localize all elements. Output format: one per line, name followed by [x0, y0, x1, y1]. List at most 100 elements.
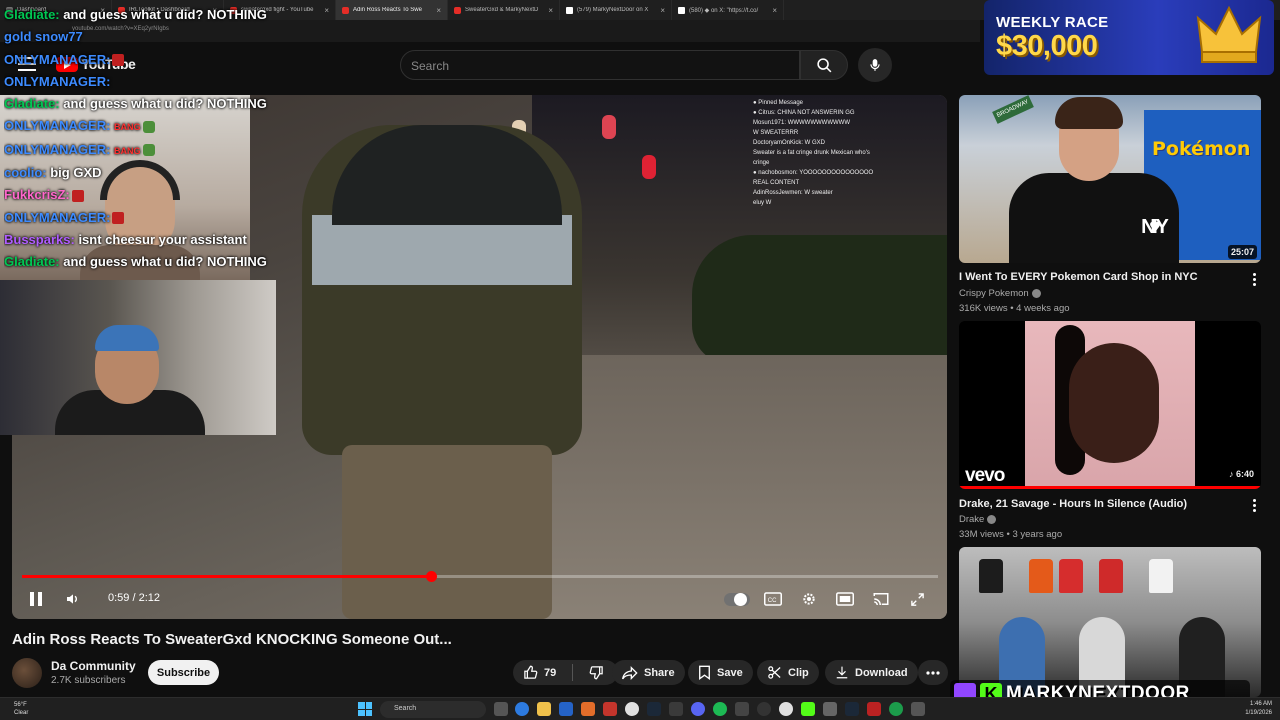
thumbs-down-icon [589, 666, 603, 680]
microphone-icon [870, 59, 880, 71]
fullscreen-button[interactable] [906, 589, 928, 609]
taskbar-search[interactable]: Search [380, 701, 486, 718]
autoplay-toggle[interactable] [724, 593, 750, 606]
youtube-icon [454, 6, 461, 14]
browser-tab[interactable]: (579) MarkyNextDoor on X × [560, 0, 672, 20]
browser-tab-label: (580) ◆ on X: "https://t.co/ [689, 7, 759, 14]
share-button[interactable]: Share [612, 660, 685, 685]
verified-icon [987, 514, 997, 524]
chat-message: FukkcrisZ: [4, 184, 304, 206]
taskbar-clock[interactable]: 1:46 AM 1/19/2026 [1242, 700, 1272, 718]
chat-username: Gladiate: [4, 7, 60, 22]
vevo-logo: vevo [965, 465, 1005, 486]
app-icon[interactable] [603, 702, 617, 716]
cast-button[interactable] [870, 589, 892, 609]
progress-bar-played [22, 575, 432, 578]
browser-tab[interactable]: SweaterGxd & MarkyNextD × [448, 0, 560, 20]
chat-message: ONLYMANAGER: [4, 71, 304, 93]
channel-name[interactable]: Da Community [51, 659, 136, 673]
recommendation-title[interactable]: Drake, 21 Savage - Hours In Silence (Aud… [959, 498, 1187, 510]
pinned-chat-line: eluy W [753, 200, 772, 206]
close-tab-icon[interactable]: × [548, 6, 553, 15]
clip-button[interactable]: Clip [757, 660, 819, 685]
search-input[interactable]: Search [400, 50, 800, 80]
channel-avatar[interactable] [12, 658, 42, 688]
share-label: Share [644, 666, 675, 679]
browser-tab-label: Adin Ross Reacts To Swe [353, 7, 422, 13]
browser-tab[interactable]: (580) ◆ on X: "https://t.co/ × [672, 0, 784, 20]
like-button[interactable]: 79 [513, 660, 566, 685]
chat-username: Gladiate: [4, 254, 60, 270]
chat-message: ONLYMANAGER: BANG [4, 139, 304, 162]
guest-facecam [0, 280, 276, 435]
settings-icon[interactable] [823, 702, 837, 716]
settings-button[interactable] [798, 589, 820, 609]
save-button[interactable]: Save [688, 660, 753, 685]
dislike-button[interactable] [579, 660, 614, 685]
close-tab-icon[interactable]: × [436, 6, 441, 15]
close-tab-icon[interactable]: × [772, 6, 777, 15]
discord-icon[interactable] [691, 702, 705, 716]
volume-icon [67, 594, 77, 604]
file-explorer-icon[interactable] [537, 702, 551, 716]
fullscreen-icon [910, 592, 924, 606]
pause-button[interactable] [28, 591, 44, 607]
theater-mode-button[interactable] [834, 589, 856, 609]
recommendation-thumbnail[interactable] [959, 547, 1261, 697]
subscribe-button[interactable]: Subscribe [148, 660, 219, 685]
thumbs-up-icon [524, 665, 538, 679]
chrome-icon[interactable] [625, 702, 639, 716]
app-icon[interactable] [735, 702, 749, 716]
pinned-chat-line: DoctoryamOnKick: W GXD [753, 140, 826, 146]
like-count: 79 [544, 666, 557, 679]
more-vertical-icon[interactable] [1250, 499, 1258, 513]
app-icon[interactable] [911, 702, 925, 716]
close-tab-icon[interactable]: × [324, 6, 329, 15]
subscriber-count: 2.7K subscribers [51, 675, 126, 686]
spotify-icon[interactable] [713, 702, 727, 716]
save-label: Save [717, 666, 743, 679]
duration-badge: 25:07 [1227, 245, 1257, 259]
app-icon[interactable] [867, 702, 881, 716]
race-label: WEEKLY RACE [996, 14, 1109, 31]
recommendation-title[interactable]: I Went To EVERY Pokemon Card Shop in NYC [959, 271, 1198, 283]
recommendation-thumbnail[interactable]: vevo ♪ 6:40 [959, 321, 1261, 489]
chat-text: isnt cheesur your assistant [78, 231, 247, 247]
close-tab-icon[interactable]: × [660, 6, 665, 15]
browser-tab-label: (579) MarkyNextDoor on X [577, 7, 649, 13]
windows-start-button[interactable] [358, 702, 372, 716]
weather-widget[interactable]: 56°F Clear [14, 701, 28, 717]
task-view-icon[interactable] [494, 702, 508, 716]
recommendation-channel[interactable]: Drake [959, 514, 997, 525]
steam-icon[interactable] [647, 702, 661, 716]
clip-label: Clip [788, 666, 809, 679]
captions-button[interactable]: CC [762, 589, 784, 609]
steam-icon[interactable] [845, 702, 859, 716]
more-actions-button[interactable] [918, 660, 948, 685]
chrome-icon[interactable] [779, 702, 793, 716]
chat-username: FukkcrisZ: [4, 187, 70, 203]
app-icon[interactable] [581, 702, 595, 716]
recommendation-thumbnail[interactable]: Pokémon BROADWAY I ♥ NY 25:07 [959, 95, 1261, 263]
chat-badge-icon [71, 189, 84, 202]
search-icon [816, 57, 831, 72]
pinned-chat-line: cringe [753, 160, 770, 166]
search-button[interactable] [800, 50, 848, 80]
edge-icon[interactable] [515, 702, 529, 716]
kick-app-icon[interactable] [801, 702, 815, 716]
obs-icon[interactable] [757, 702, 771, 716]
volume-button[interactable] [64, 591, 82, 607]
download-button[interactable]: Download [825, 660, 918, 685]
browser-tab[interactable]: Adin Ross Reacts To Swe × [336, 0, 448, 20]
like-dislike-group: 79 [513, 660, 618, 685]
recommendation-channel[interactable]: Crispy Pokemon [959, 288, 1041, 299]
more-vertical-icon[interactable] [1250, 273, 1258, 287]
x-icon [566, 6, 573, 14]
voice-search-button[interactable] [858, 48, 892, 82]
app-icon[interactable] [669, 702, 683, 716]
x-icon [678, 6, 685, 14]
chat-username: ONLYMANAGER: [4, 209, 111, 225]
store-icon[interactable] [559, 702, 573, 716]
app-icon[interactable] [889, 702, 903, 716]
pinned-chat-line: Sweater is a fat cringe drunk Mexican wh… [753, 150, 870, 156]
